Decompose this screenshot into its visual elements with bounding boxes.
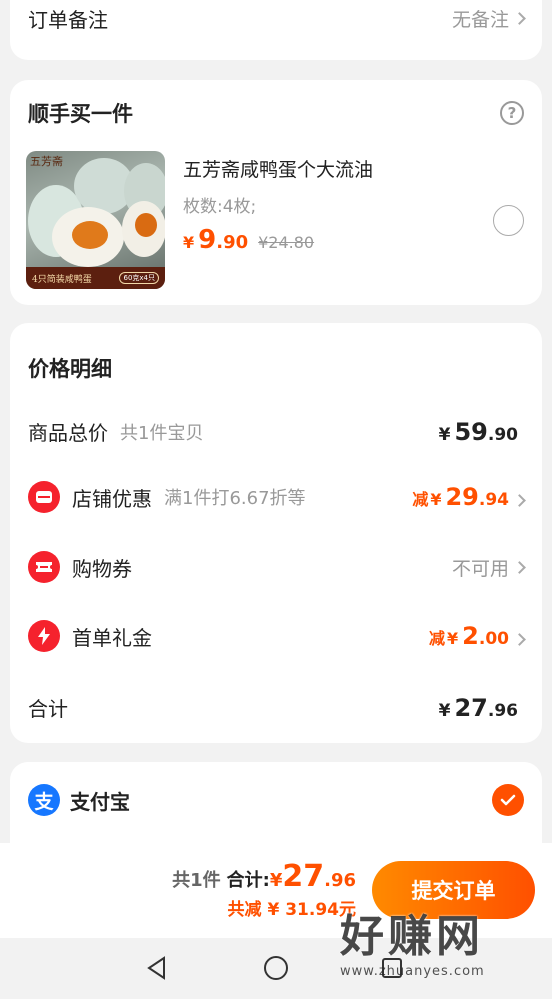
footer-total: 共1件 合计: ¥ 27 .96: [172, 859, 356, 894]
product-name: 五芳斋咸鸭蛋个大流油: [183, 159, 374, 181]
price-dec: .00: [478, 629, 509, 649]
price-currency: ¥: [447, 629, 459, 648]
chevron-right-icon: [513, 494, 526, 507]
price-row-total-goods: 商品总价 共1件宝贝 ¥ 59 .90: [28, 417, 524, 446]
duck-eggs-image: [28, 158, 165, 267]
product-info[interactable]: 五芳斋咸鸭蛋个大流油 枚数:4枚; ¥ 9 .90 ¥24.80: [183, 155, 373, 255]
price-currency: ¥: [438, 700, 451, 721]
shop-icon: [28, 481, 60, 513]
price-dec: .94: [478, 490, 509, 510]
price-row-label: 购物券: [72, 556, 132, 581]
price-row-label: 商品总价: [28, 421, 108, 445]
product-original-price: ¥24.80: [258, 233, 315, 252]
coupon-status: 不可用: [451, 557, 509, 580]
price-int: 27: [454, 693, 488, 722]
footer-total-int: 27: [282, 859, 325, 894]
footer-saved: 共减 ¥ 31.94元: [227, 900, 356, 920]
lightning-icon: [28, 620, 60, 652]
price-row-label: 店铺优惠: [72, 486, 152, 511]
coupon-icon: [28, 551, 60, 583]
price-int: 59: [454, 417, 488, 446]
footer-count: 共1件: [172, 870, 221, 891]
thumbnail-caption-bar: 4只简装咸鸭蛋 60克x4只: [26, 267, 165, 289]
footer-total-label: 合计:: [226, 870, 270, 891]
submit-bar: 共1件 合计: ¥ 27 .96 共减 ¥ 31.94元 提交订单: [0, 843, 552, 938]
addon-card: 顺手买一件 ? 五芳斋 4只简装咸鸭蛋 60克x4只 五芳斋咸鸭蛋个大流油 枚数…: [10, 80, 542, 305]
submit-order-label: 提交订单: [411, 879, 496, 903]
price-row-coupon[interactable]: 购物券 不可用: [28, 551, 526, 583]
back-icon[interactable]: [144, 955, 170, 981]
price-row-first-order-bonus[interactable]: 首单礼金 减 ¥ 2 .00: [28, 620, 526, 652]
product-price-currency: ¥: [183, 233, 195, 252]
price-row-sub: 满1件打6.67折等: [164, 488, 306, 509]
home-icon[interactable]: [262, 954, 290, 982]
price-row-label: 合计: [28, 697, 68, 721]
price-int: 29: [445, 483, 479, 511]
recents-icon[interactable]: [380, 956, 404, 980]
chevron-right-icon: [513, 560, 526, 574]
price-dec: .96: [487, 700, 518, 721]
discount-prefix: 减: [429, 629, 446, 648]
question-circle-icon[interactable]: ?: [500, 101, 524, 125]
discount-prefix: 减: [412, 490, 429, 509]
price-currency: ¥: [438, 424, 451, 445]
price-currency: ¥: [430, 490, 442, 509]
product-price-int: 9: [198, 225, 217, 255]
price-row-sub: 共1件宝贝: [120, 422, 204, 444]
product-price-dec: .90: [216, 232, 249, 253]
price-row-shop-discount[interactable]: 店铺优惠 满1件打6.67折等 减 ¥ 29 .94: [28, 481, 526, 513]
product-spec: 枚数:4枚;: [183, 197, 257, 217]
addon-title: 顺手买一件: [28, 102, 133, 126]
chevron-right-icon: [513, 12, 526, 25]
order-note-card[interactable]: 订单备注 无备注: [10, 0, 542, 60]
price-dec: .90: [487, 424, 518, 445]
price-detail-title: 价格明细: [28, 357, 112, 381]
product-select-radio[interactable]: [493, 205, 524, 236]
price-row-label: 首单礼金: [72, 625, 152, 650]
order-note-value: 无备注: [451, 9, 509, 31]
chevron-right-icon: [513, 633, 526, 646]
payment-selected-check-icon[interactable]: [492, 784, 524, 816]
order-note-label: 订单备注: [28, 8, 108, 32]
system-nav-bar: [0, 938, 552, 999]
price-detail-card: 价格明细 商品总价 共1件宝贝 ¥ 59 .90 店铺优惠 满1件打6.67折等…: [10, 323, 542, 743]
product-thumbnail[interactable]: 五芳斋 4只简装咸鸭蛋 60克x4只: [26, 151, 165, 289]
footer-total-dec: .96: [324, 870, 356, 891]
submit-order-button[interactable]: 提交订单: [372, 861, 535, 919]
price-int: 2: [462, 622, 479, 650]
alipay-icon: 支: [28, 784, 60, 816]
price-row-subtotal: 合计 ¥ 27 .96: [28, 693, 524, 722]
footer-currency: ¥: [269, 870, 283, 891]
payment-label: 支付宝: [70, 789, 130, 814]
